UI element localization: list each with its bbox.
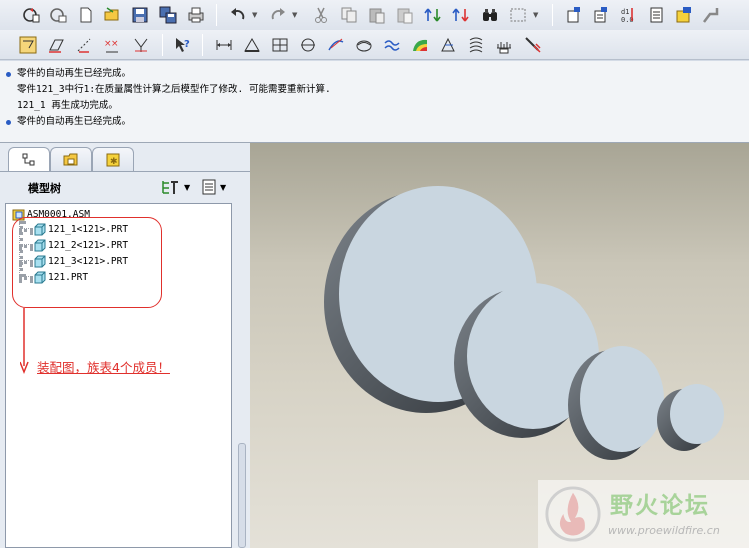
measure-distance-icon[interactable] (213, 34, 235, 56)
analysis-toolbar: × × ? (0, 30, 749, 60)
tree-settings-icon (162, 181, 178, 194)
parameters-icon[interactable] (590, 4, 612, 26)
cut-icon[interactable] (310, 4, 332, 26)
redo-dropdown-icon[interactable]: ▼ (292, 11, 297, 19)
watermark-title: 野火论坛 (610, 493, 710, 519)
csys-display-icon[interactable] (130, 34, 152, 56)
annotation-highlight-box (12, 217, 162, 308)
info-bullet-icon (6, 119, 11, 125)
model-tree-title: 模型树 (28, 182, 61, 195)
panel-scrollbar[interactable] (236, 203, 248, 548)
model-tree-icon (22, 153, 35, 166)
annotate-icon[interactable] (522, 34, 544, 56)
regenerate-icon[interactable] (20, 4, 42, 26)
paste-special-icon[interactable] (394, 4, 416, 26)
chevron-down-icon: ▼ (184, 182, 191, 192)
redo-icon[interactable] (267, 4, 289, 26)
new-file-icon[interactable] (75, 4, 97, 26)
reorder-alt-icon[interactable] (450, 4, 472, 26)
undo-dropdown-icon[interactable]: ▼ (252, 11, 257, 19)
undo-icon[interactable] (227, 4, 249, 26)
select-box-icon[interactable] (507, 4, 529, 26)
select-dropdown-icon[interactable]: ▼ (533, 11, 538, 19)
save-icon[interactable] (129, 4, 151, 26)
axis-display-icon[interactable]: × × (101, 34, 123, 56)
save-copy-icon[interactable] (157, 4, 179, 26)
main-toolbar: ▼ ▼ ▼ d1 0.0 (0, 0, 749, 30)
toolbar-separator (216, 4, 217, 26)
toolbar-separator (202, 34, 203, 56)
draft-analysis-icon[interactable] (381, 34, 403, 56)
svg-text:×: × (111, 39, 119, 49)
message-text: 零件的自动再生已经完成。 (17, 116, 132, 127)
watermark-logo-icon (545, 486, 601, 542)
reorder-icon[interactable] (422, 4, 444, 26)
tree-show-button[interactable]: ▼ (200, 177, 234, 197)
offset-analysis-icon[interactable] (325, 34, 347, 56)
sketch-point-icon[interactable] (73, 34, 95, 56)
model-tree-tab[interactable] (8, 147, 50, 172)
model-relations-icon[interactable] (562, 4, 584, 26)
svg-text:?: ? (184, 39, 190, 50)
favorites-tab[interactable]: ✱ (92, 147, 134, 171)
program-icon[interactable] (700, 4, 722, 26)
folder-browser-tab[interactable] (50, 147, 92, 171)
paste-icon[interactable] (366, 4, 388, 26)
toolbar-separator (552, 4, 553, 26)
tree-show-icon (202, 179, 216, 195)
message-line: 零件的自动再生已经完成。 (6, 66, 749, 82)
watermark-url: www.proewildfire.cn (608, 524, 720, 537)
regenerate-manager-icon[interactable] (47, 4, 69, 26)
family-table-icon[interactable] (646, 4, 668, 26)
layer-icon[interactable] (673, 4, 695, 26)
select-filter-icon[interactable] (17, 34, 39, 56)
message-text: 零件121_3中行1:在质量属性计算之后模型作了修改. 可能需要重新计算. (17, 84, 331, 95)
sketch-line-icon[interactable] (45, 34, 67, 56)
deviation-icon[interactable] (353, 34, 375, 56)
print-icon[interactable] (185, 4, 207, 26)
message-line: 零件的自动再生已经完成。 (6, 114, 749, 130)
message-text: 零件的自动再生已经完成。 (17, 68, 132, 79)
message-line: 121_1 再生成功完成。 (6, 98, 749, 114)
message-area: 零件的自动再生已经完成。 零件121_3中行1:在质量属性计算之后模型作了修改.… (0, 61, 749, 143)
svg-text:d1: d1 (621, 8, 629, 16)
find-icon[interactable] (479, 4, 501, 26)
curvature-icon[interactable] (297, 34, 319, 56)
folder-icon (63, 153, 78, 165)
chevron-down-icon: ▼ (220, 182, 227, 192)
message-text: 121_1 再生成功完成。 (17, 100, 118, 111)
favorites-icon: ✱ (106, 153, 120, 167)
info-bullet-icon (6, 71, 11, 77)
dihedral-icon[interactable] (493, 34, 515, 56)
svg-text:✱: ✱ (110, 157, 118, 167)
mass-properties-icon[interactable] (241, 34, 263, 56)
copy-icon[interactable] (338, 4, 360, 26)
tab-divider (0, 171, 250, 172)
annotation-text: 装配图，族表4个成员！ (37, 360, 170, 375)
part-disk-121[interactable] (657, 384, 724, 451)
section-analysis-icon[interactable] (269, 34, 291, 56)
whats-this-icon[interactable]: ? (172, 34, 194, 56)
slope-icon[interactable] (465, 34, 487, 56)
message-line: 零件121_3中行1:在质量属性计算之后模型作了修改. 可能需要重新计算. (6, 82, 749, 98)
tree-settings-button[interactable]: ▼ (160, 177, 194, 197)
reflection-icon[interactable] (437, 34, 459, 56)
watermark: 野火论坛 www.proewildfire.cn (538, 480, 749, 548)
scrollbar-thumb[interactable] (238, 443, 246, 548)
toolbar-separator (162, 34, 163, 56)
shaded-curvature-icon[interactable] (409, 34, 431, 56)
switch-dimensions-icon[interactable]: d1 0.0 (617, 4, 639, 26)
open-folder-icon[interactable] (101, 4, 123, 26)
